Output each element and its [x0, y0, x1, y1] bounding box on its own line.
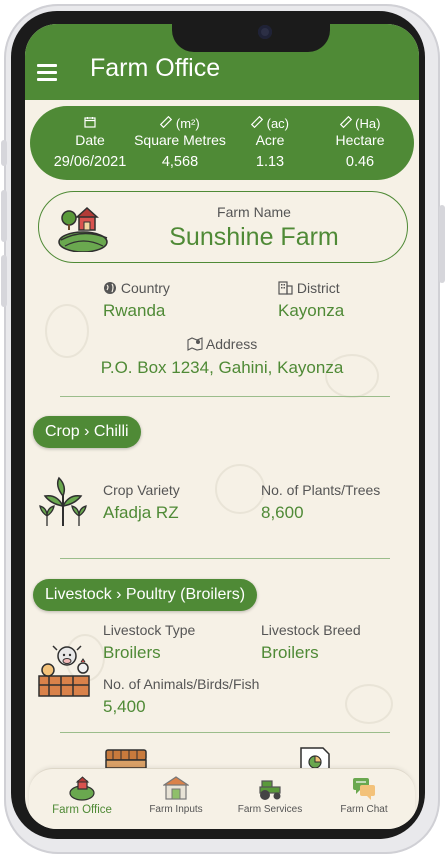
livestock-breed-value: Broilers [261, 643, 319, 662]
section-divider [60, 396, 390, 397]
stat-hectare-unit: (Ha) [355, 116, 381, 131]
section-divider [60, 558, 390, 559]
nav-farm-services[interactable]: Farm Services [225, 773, 315, 815]
nav-farm-office-label: Farm Office [52, 804, 112, 816]
map-pin-icon [187, 337, 203, 354]
nav-farm-services-label: Farm Services [237, 804, 303, 815]
report-icon [300, 747, 330, 770]
nav-farm-inputs-label: Farm Inputs [149, 804, 203, 815]
plants-count-label: No. of Plants/Trees [261, 482, 381, 498]
farm-name-value: Sunshine Farm [169, 223, 339, 251]
menu-icon[interactable] [37, 64, 57, 81]
phone-volume-down [1, 255, 7, 307]
livestock-breed-field: Livestock Breed Broilers [261, 622, 361, 663]
nav-farm-office[interactable]: Farm Office [37, 773, 127, 816]
livestock-count-field: No. of Animals/Birds/Fish 5,400 [103, 676, 259, 717]
crop-variety-label: Crop Variety [103, 482, 180, 498]
ruler-icon [339, 115, 352, 131]
address-field: Address P.O. Box 1234, Gahini, Kayonza [25, 336, 419, 378]
crop-section-header[interactable]: Crop › Chilli [33, 416, 141, 448]
farm-name-card[interactable]: Farm Name Sunshine Farm [38, 191, 408, 263]
address-value: P.O. Box 1234, Gahini, Kayonza [100, 358, 344, 377]
camera-icon [258, 25, 272, 39]
nav-farm-chat-label: Farm Chat [340, 804, 388, 815]
district-value: Kayonza [278, 301, 345, 320]
stat-acre-value: 1.13 [255, 154, 285, 170]
bottom-navigation: Farm Office Farm Inputs Farm Services Fa… [29, 768, 415, 829]
farm-inputs-icon [163, 776, 189, 800]
stat-square-metres-label: Square Metres [134, 132, 226, 148]
building-icon [278, 281, 293, 298]
livestock-icon [38, 645, 90, 697]
livestock-breed-label: Livestock Breed [261, 622, 361, 638]
chat-icon [353, 778, 375, 800]
nav-farm-chat[interactable]: Farm Chat [319, 773, 409, 815]
crop-variety-value: Afadja RZ [103, 503, 179, 522]
stat-date-value: 29/06/2021 [53, 154, 127, 170]
livestock-type-field: Livestock Type Broilers [103, 622, 195, 663]
background-doodle [215, 464, 265, 514]
phone-mute-switch [1, 140, 7, 166]
livestock-type-value: Broilers [103, 643, 161, 662]
district-field: District Kayonza [278, 280, 344, 321]
background-doodle [345, 684, 393, 724]
stat-square-metres: (m²) Square Metres 4,568 [130, 115, 230, 173]
stat-hectare-value: 0.46 [345, 154, 375, 170]
globe-icon [103, 281, 117, 298]
calendar-icon [40, 116, 140, 132]
stat-date-label: Date [75, 132, 105, 148]
stat-date: Date 29/06/2021 [40, 116, 140, 173]
phone-notch [172, 18, 330, 52]
stat-square-metres-unit: (m²) [175, 116, 200, 131]
section-divider [60, 732, 390, 733]
stat-hectare: (Ha) Hectare 0.46 [320, 115, 400, 173]
district-label: District [296, 280, 340, 296]
stat-square-metres-value: 4,568 [161, 154, 199, 170]
stat-hectare-label: Hectare [335, 132, 385, 148]
stat-acre: (ac) Acre 1.13 [230, 115, 310, 173]
farm-name-label: Farm Name [217, 204, 291, 220]
livestock-count-value: 5,400 [103, 697, 146, 716]
farm-measurements-bar: Date 29/06/2021 (m²) Square Metres 4,568… [30, 106, 414, 180]
nav-farm-inputs[interactable]: Farm Inputs [131, 773, 221, 815]
ruler-icon [160, 115, 173, 131]
farm-office-icon [69, 776, 95, 801]
country-value: Rwanda [103, 301, 166, 320]
storage-icon [105, 749, 147, 769]
country-label: Country [120, 280, 170, 296]
country-field: Country Rwanda [103, 280, 170, 321]
livestock-count-label: No. of Animals/Birds/Fish [103, 676, 260, 692]
phone-power-button [439, 205, 445, 283]
app-title: Farm Office [90, 54, 221, 82]
app-screen: Farm Office Date 29/06/2021 (m²) Square … [25, 24, 419, 829]
farm-house-icon [58, 206, 108, 252]
stat-acre-label: Acre [255, 132, 285, 148]
livestock-section-header[interactable]: Livestock › Poultry (Broilers) [33, 579, 258, 611]
tractor-icon [259, 780, 281, 800]
stat-acre-unit: (ac) [266, 116, 289, 131]
address-label: Address [205, 336, 258, 352]
plants-count-value: 8,600 [261, 503, 304, 522]
phone-volume-up [1, 190, 7, 242]
livestock-type-label: Livestock Type [103, 622, 196, 638]
plants-count-field: No. of Plants/Trees 8,600 [261, 482, 380, 523]
ruler-icon [250, 115, 264, 131]
crop-variety-field: Crop Variety Afadja RZ [103, 482, 180, 523]
plant-icon [39, 476, 87, 526]
